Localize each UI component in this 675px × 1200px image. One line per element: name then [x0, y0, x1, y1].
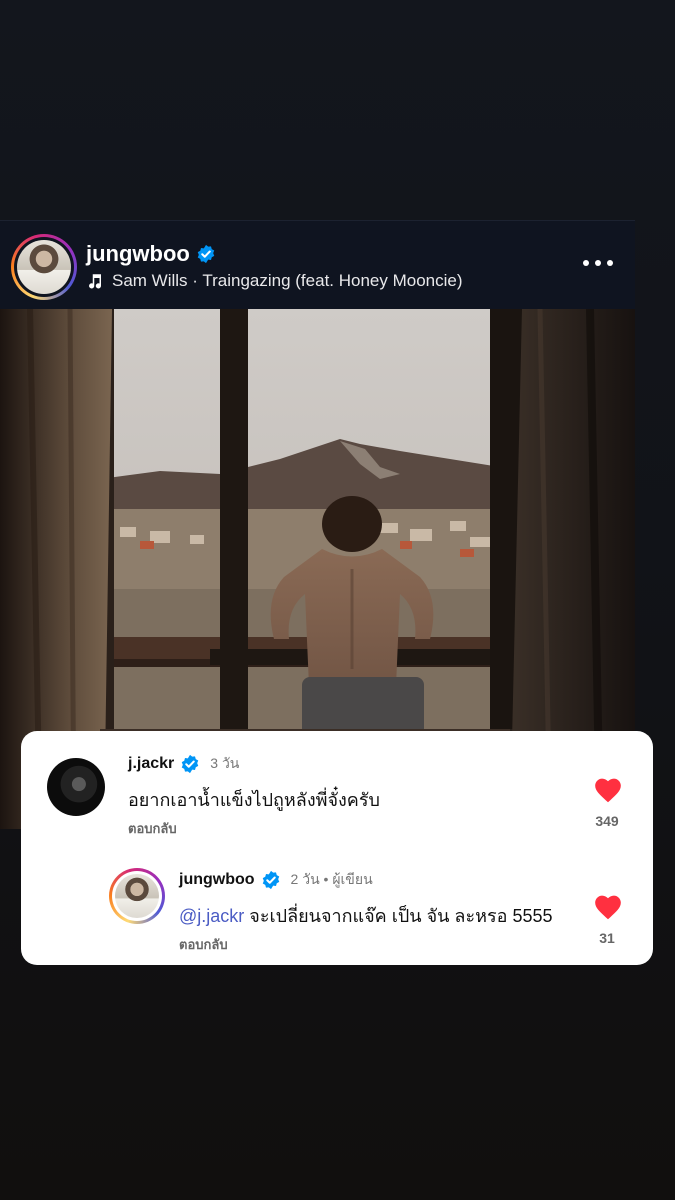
comment-text: อยากเอาน้ำแข็งไปถูหลังพี่จั๋งครับ: [128, 790, 380, 810]
avatar[interactable]: [17, 240, 71, 294]
comment-text-body: จะเปลี่ยนจากแจ๊ค เป็น จัน ละหรอ 5555: [244, 906, 553, 926]
post-username[interactable]: jungwboo: [86, 241, 190, 267]
commenter-avatar[interactable]: [115, 874, 159, 918]
reply-button[interactable]: ตอบกลับ: [179, 934, 228, 955]
story-ring[interactable]: [109, 868, 165, 924]
comment-header: j.jackr 3 วัน: [128, 753, 239, 775]
post-author[interactable]: jungwboo: [86, 241, 216, 267]
heart-icon[interactable]: [594, 894, 622, 920]
comment-username[interactable]: j.jackr: [128, 755, 174, 773]
commenter-avatar[interactable]: [47, 758, 105, 816]
like-count: 349: [595, 813, 619, 829]
verified-badge-icon: [197, 244, 215, 264]
more-options-icon[interactable]: [583, 255, 613, 271]
comment-header: jungwboo 2 วัน • ผู้เขียน: [179, 869, 373, 891]
comments-panel: j.jackr 3 วัน อยากเอาน้ำแข็งไปถูหลังพี่จ…: [21, 731, 653, 965]
music-note-icon: [89, 274, 102, 289]
mention-link[interactable]: @j.jackr: [179, 906, 244, 926]
post-header: jungwboo Sam Wills · Traingazing (feat. …: [0, 220, 635, 309]
music-track[interactable]: Sam Wills · Traingazing (feat. Honey Moo…: [86, 271, 463, 291]
heart-icon[interactable]: [594, 777, 622, 803]
like-count: 31: [599, 930, 615, 946]
comment-username[interactable]: jungwboo: [179, 871, 255, 889]
story-ring[interactable]: [11, 234, 77, 300]
music-track-label: Sam Wills · Traingazing (feat. Honey Moo…: [112, 271, 463, 290]
comment-text: @j.jackr จะเปลี่ยนจากแจ๊ค เป็น จัน ละหรอ…: [179, 901, 553, 930]
verified-badge-icon: [262, 870, 279, 890]
verified-badge-icon: [182, 754, 199, 774]
comment-time: 3 วัน: [210, 755, 240, 771]
comment-time: 2 วัน • ผู้เขียน: [290, 871, 373, 887]
reply-button[interactable]: ตอบกลับ: [128, 818, 177, 839]
